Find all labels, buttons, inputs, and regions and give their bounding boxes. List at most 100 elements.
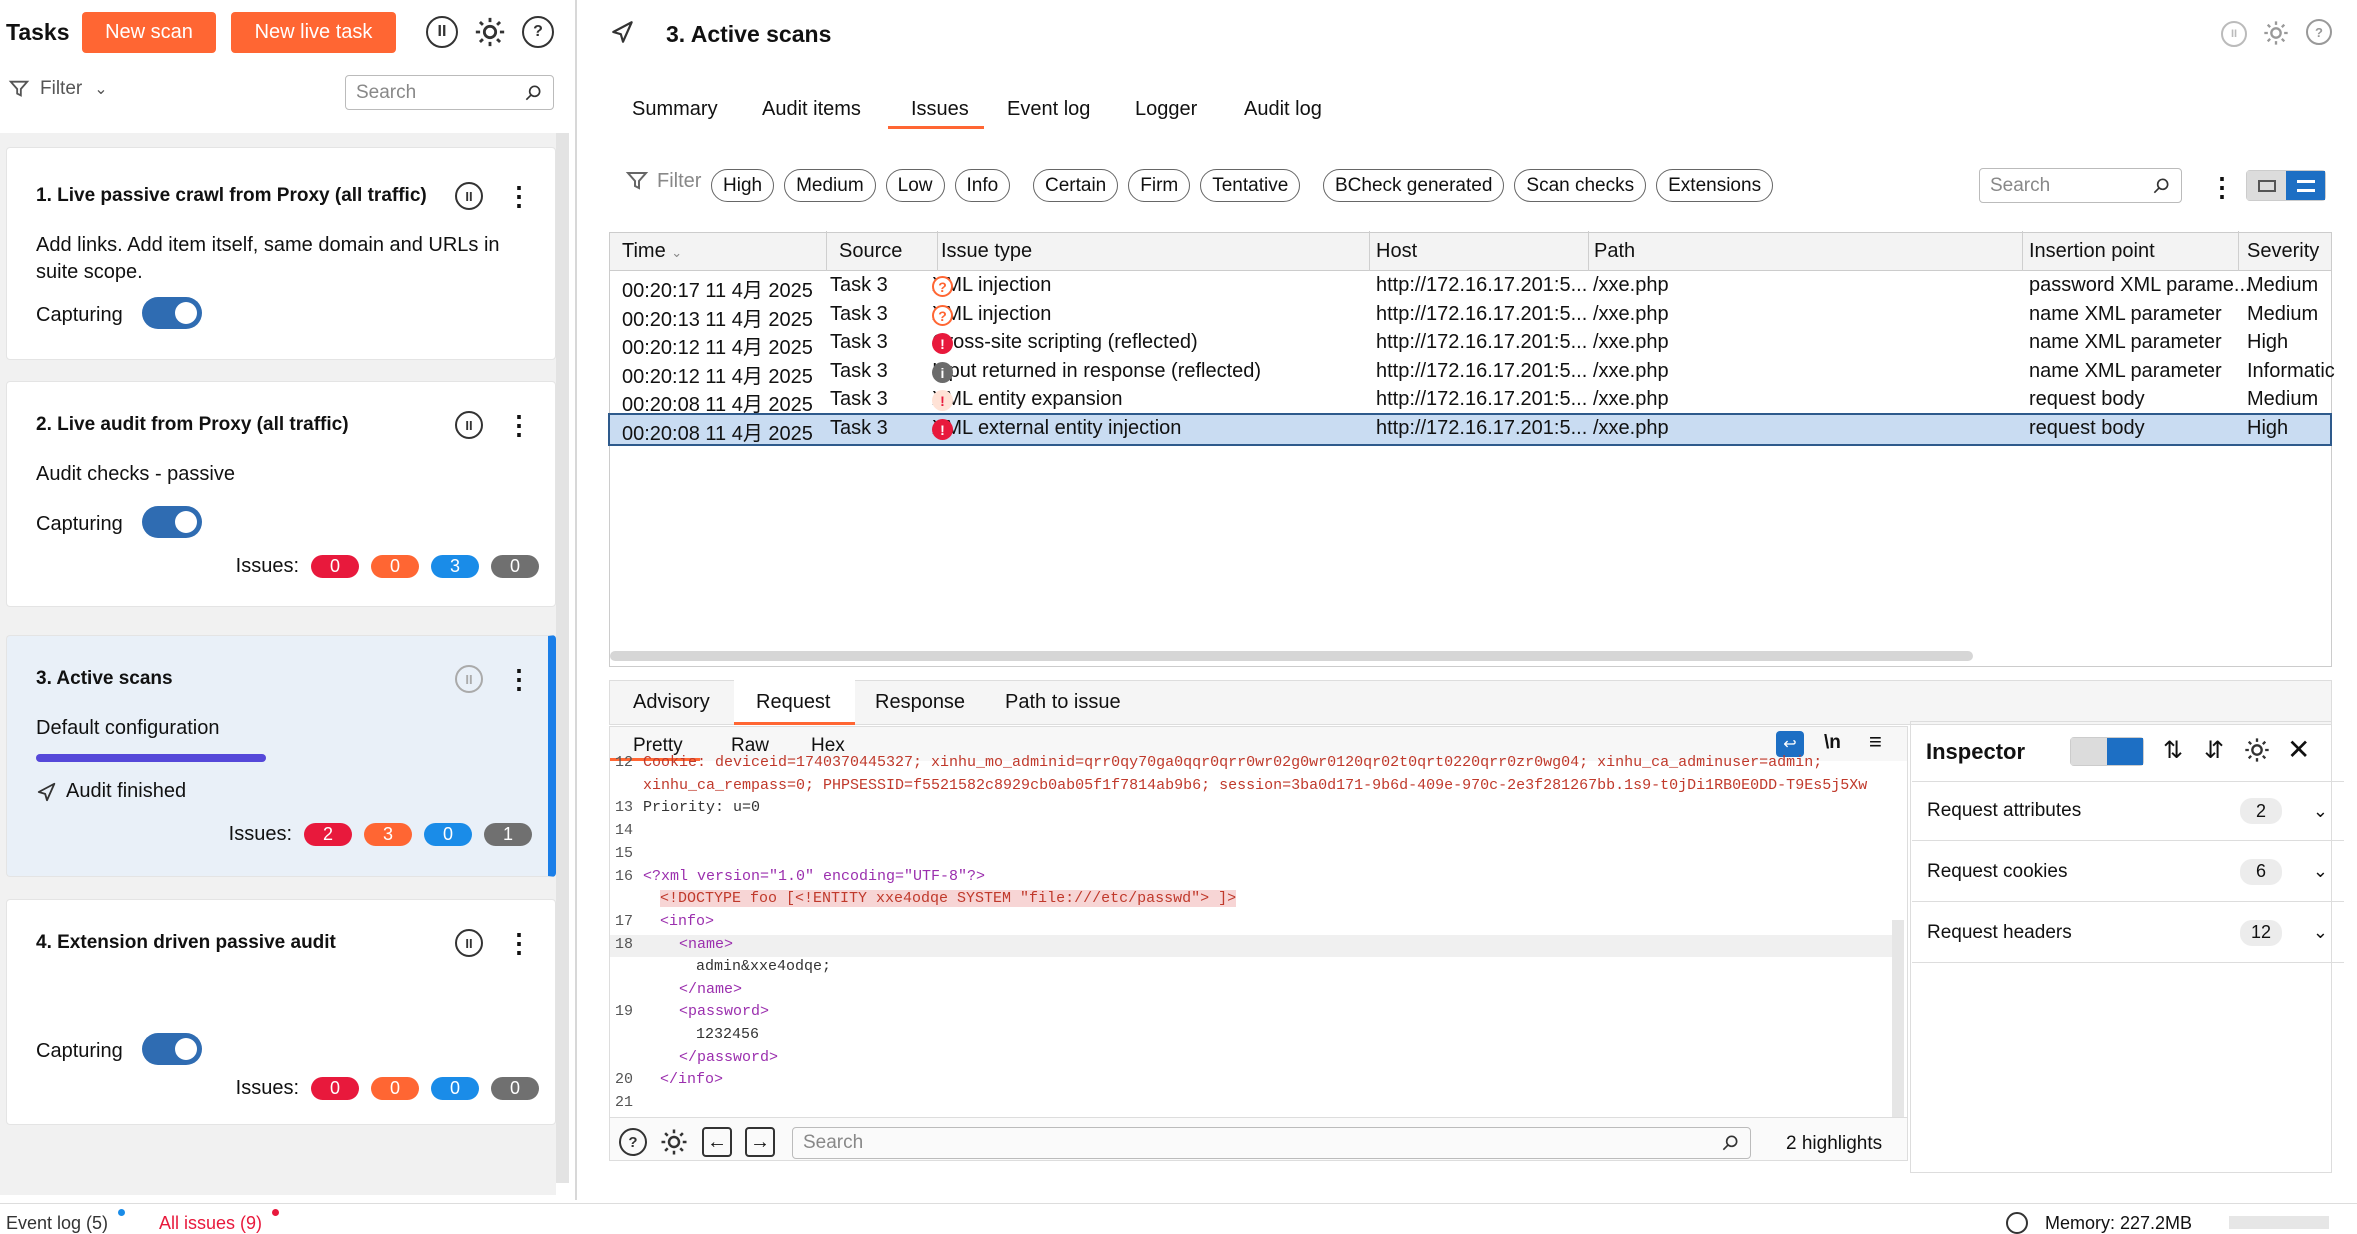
- event-log-link[interactable]: Event log (5): [6, 1213, 108, 1234]
- col-source[interactable]: Source: [827, 231, 938, 271]
- high-issue-count[interactable]: 0: [311, 555, 359, 578]
- more-menu-icon[interactable]: ⋮: [506, 183, 532, 209]
- medium-issue-count[interactable]: 0: [371, 555, 419, 578]
- new-live-task-button[interactable]: New live task: [231, 12, 396, 53]
- tab-issues[interactable]: Issues: [911, 98, 969, 121]
- chip-firm[interactable]: Firm: [1128, 169, 1191, 202]
- capturing-toggle[interactable]: [142, 1033, 202, 1065]
- tab-summary[interactable]: Summary: [632, 98, 718, 121]
- back-arrow-icon[interactable]: [610, 19, 636, 45]
- col-issue-type[interactable]: Issue type: [929, 231, 1370, 271]
- task-card-4[interactable]: 4. Extension driven passive audit II ⋮ C…: [6, 899, 556, 1125]
- task-card-3[interactable]: 3. Active scans II ⋮ Default configurati…: [6, 635, 556, 877]
- pause-icon[interactable]: II: [2221, 21, 2247, 47]
- chip-high[interactable]: High: [711, 169, 775, 202]
- medium-issue-count[interactable]: 3: [364, 823, 412, 846]
- code-line[interactable]: admin&xxe4odqe;: [696, 958, 831, 975]
- code-line[interactable]: </name>: [679, 981, 742, 998]
- code-line[interactable]: <info>: [660, 913, 714, 930]
- tab-audit-items[interactable]: Audit items: [762, 98, 861, 121]
- help-icon[interactable]: ?: [619, 1128, 647, 1156]
- code-line[interactable]: 1232456: [696, 1026, 759, 1043]
- table-row[interactable]: 00:20:17 11 4月 2025 Task 3 ? XML injection h…: [610, 272, 2330, 302]
- more-menu-icon[interactable]: ⋮: [2209, 174, 2235, 200]
- inspector-left-view-icon[interactable]: [2071, 738, 2107, 765]
- more-menu-icon[interactable]: ⋮: [506, 930, 532, 956]
- inspector-request-cookies[interactable]: Request cookies 6 ⌄: [1912, 842, 2344, 902]
- pause-icon[interactable]: II: [455, 411, 483, 439]
- chip-tentative[interactable]: Tentative: [1200, 169, 1301, 202]
- inspector-right-view-icon[interactable]: [2107, 738, 2143, 765]
- code-line[interactable]: <!DOCTYPE foo [<!ENTITY xxe4odqe SYSTEM …: [660, 890, 1237, 907]
- chevron-down-icon[interactable]: ⌄: [2313, 861, 2328, 882]
- capturing-toggle[interactable]: [142, 297, 202, 329]
- previous-arrow-icon[interactable]: ←: [702, 1127, 732, 1157]
- issues-search-input[interactable]: Search: [1979, 168, 2182, 203]
- tab-event-log[interactable]: Event log: [1007, 98, 1090, 121]
- low-issue-count[interactable]: 0: [431, 1077, 479, 1100]
- chip-medium[interactable]: Medium: [784, 169, 876, 202]
- col-time[interactable]: Time ⌄: [610, 231, 827, 271]
- task-card-1[interactable]: 1. Live passive crawl from Proxy (all tr…: [6, 147, 556, 360]
- code-line[interactable]: xinhu_ca_rempass=0; PHPSESSID=f5521582c8…: [643, 777, 1867, 794]
- settings-gear-icon[interactable]: [659, 1127, 689, 1157]
- editor-vscrollbar[interactable]: [1892, 920, 1904, 1118]
- editor-search-input[interactable]: Search: [792, 1127, 1751, 1159]
- help-icon[interactable]: ?: [522, 16, 554, 48]
- next-arrow-icon[interactable]: →: [745, 1127, 775, 1157]
- close-icon[interactable]: ✕: [2287, 733, 2310, 766]
- chevron-down-icon[interactable]: ⌄: [2313, 801, 2328, 822]
- new-scan-button[interactable]: New scan: [82, 12, 216, 53]
- chip-bcheck[interactable]: BCheck generated: [1323, 169, 1505, 202]
- high-issue-count[interactable]: 0: [311, 1077, 359, 1100]
- inspector-request-attributes[interactable]: Request attributes 2 ⌄: [1912, 781, 2344, 841]
- inspector-request-headers[interactable]: Request headers 12 ⌄: [1912, 903, 2344, 963]
- pause-icon[interactable]: II: [455, 182, 483, 210]
- low-issue-count[interactable]: 0: [424, 823, 472, 846]
- tab-request[interactable]: Request: [756, 691, 831, 714]
- high-issue-count[interactable]: 2: [304, 823, 352, 846]
- info-issue-count[interactable]: 0: [491, 1077, 539, 1100]
- help-icon[interactable]: ?: [2306, 19, 2332, 45]
- expand-all-icon[interactable]: ⇅: [2163, 736, 2183, 765]
- pause-icon[interactable]: II: [455, 665, 483, 693]
- task-card-2[interactable]: 2. Live audit from Proxy (all traffic) I…: [6, 381, 556, 607]
- code-line[interactable]: </password>: [679, 1049, 778, 1066]
- filter-button[interactable]: Filter ⌄: [8, 78, 108, 100]
- chip-info[interactable]: Info: [954, 169, 1011, 202]
- stacked-view-icon[interactable]: [2286, 171, 2325, 200]
- settings-gear-icon[interactable]: [2262, 19, 2290, 47]
- table-row[interactable]: 00:20:08 11 4月 2025 Task 3! XML external e…: [608, 413, 2332, 446]
- split-view-icon[interactable]: [2247, 171, 2286, 200]
- issues-filter-button[interactable]: Filter: [625, 169, 701, 193]
- more-menu-icon[interactable]: ⋮: [506, 666, 532, 692]
- chevron-down-icon[interactable]: ⌄: [2313, 922, 2328, 943]
- task-search-input[interactable]: Search: [345, 75, 554, 110]
- info-issue-count[interactable]: 1: [484, 823, 532, 846]
- col-host[interactable]: Host: [1364, 231, 1589, 271]
- code-line[interactable]: Priority: u=0: [643, 799, 760, 816]
- code-line[interactable]: Cookie: deviceid=1740370445327; xinhu_mo…: [643, 754, 1822, 771]
- tab-response[interactable]: Response: [875, 691, 965, 714]
- col-path[interactable]: Path: [1582, 231, 2023, 271]
- settings-gear-icon[interactable]: [473, 15, 507, 49]
- more-menu-icon[interactable]: ⋮: [506, 412, 532, 438]
- table-row[interactable]: 00:20:13 11 4月 2025 Task 3 ? XML injection h…: [610, 301, 2330, 331]
- col-severity[interactable]: Severity: [2235, 231, 2331, 271]
- tab-audit-log[interactable]: Audit log: [1244, 98, 1322, 121]
- task-list-scrollbar[interactable]: [556, 133, 569, 1183]
- col-insertion-point[interactable]: Insertion point: [2017, 231, 2239, 271]
- tab-advisory[interactable]: Advisory: [633, 691, 710, 714]
- medium-issue-count[interactable]: 0: [371, 1077, 419, 1100]
- table-row[interactable]: 00:20:12 11 4月 2025 Task 3! Cross-site scr…: [610, 329, 2330, 359]
- code-line[interactable]: </info>: [660, 1071, 723, 1088]
- chip-certain[interactable]: Certain: [1033, 169, 1119, 202]
- table-row[interactable]: 00:20:12 11 4月 2025 Task 3 i Input returned…: [610, 358, 2335, 388]
- capturing-toggle[interactable]: [142, 506, 202, 538]
- show-newlines-button[interactable]: \n: [1824, 732, 1841, 754]
- settings-gear-icon[interactable]: [2243, 736, 2271, 764]
- pause-all-icon[interactable]: II: [426, 16, 458, 48]
- all-issues-link[interactable]: All issues (9): [159, 1213, 262, 1234]
- low-issue-count[interactable]: 3: [431, 555, 479, 578]
- tab-path-to-issue[interactable]: Path to issue: [1005, 691, 1121, 714]
